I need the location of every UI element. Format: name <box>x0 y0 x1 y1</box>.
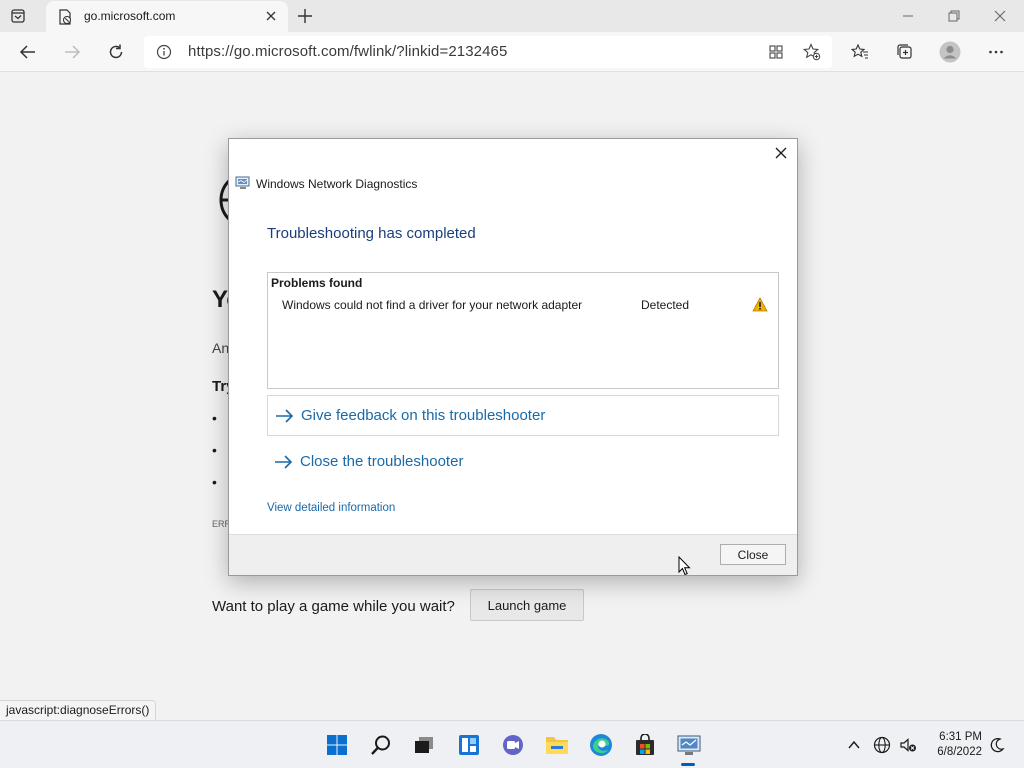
give-feedback-label[interactable]: Give feedback on this troubleshooter <box>301 407 545 424</box>
suggestion-bullet: • <box>212 474 217 490</box>
network-globe-icon[interactable] <box>873 736 891 754</box>
task-view-icon[interactable] <box>412 733 436 757</box>
tab-active[interactable]: go.microsoft.com <box>46 1 288 32</box>
refresh-icon[interactable] <box>104 40 128 64</box>
problems-header: Problems found <box>271 276 363 290</box>
close-troubleshooter-link[interactable]: Close the troubleshooter <box>267 441 779 482</box>
browser-toolbar: https://go.microsoft.com/fwlink/?linkid=… <box>0 32 1024 72</box>
widgets-icon[interactable] <box>457 733 481 757</box>
back-icon[interactable] <box>16 40 40 64</box>
view-detailed-information-link[interactable]: View detailed information <box>267 502 395 514</box>
warning-icon <box>752 297 768 312</box>
collections-icon[interactable] <box>893 40 917 64</box>
more-menu-icon[interactable] <box>984 40 1008 64</box>
url-text[interactable]: https://go.microsoft.com/fwlink/?linkid=… <box>188 43 507 60</box>
forward-icon[interactable] <box>60 40 84 64</box>
microsoft-store-icon[interactable] <box>633 733 657 757</box>
network-diagnostics-icon <box>235 176 251 190</box>
close-button[interactable]: Close <box>720 544 786 565</box>
clock[interactable]: 6:31 PM 6/8/2022 <box>926 730 982 760</box>
problems-list: Problems found Windows could not find a … <box>267 272 779 389</box>
arrow-right-icon <box>275 408 295 423</box>
close-troubleshooter-label[interactable]: Close the troubleshooter <box>300 453 463 470</box>
status-bar-link: javascript:diagnoseErrors() <box>0 700 157 720</box>
problem-status: Detected <box>641 298 690 312</box>
tab-close-icon[interactable] <box>264 9 278 23</box>
launch-game-button[interactable]: Launch game <box>470 589 584 621</box>
add-favorite-icon[interactable] <box>800 40 824 64</box>
suggestion-bullet: • <box>212 442 217 458</box>
tab-actions-icon[interactable] <box>8 6 28 26</box>
suggestion-bullet: • <box>212 410 217 426</box>
minimize-icon[interactable] <box>898 6 918 26</box>
search-icon[interactable] <box>369 733 393 757</box>
taskbar: 6:31 PM 6/8/2022 <box>0 720 1024 768</box>
dialog-footer: Close <box>229 534 797 575</box>
arrow-right-icon <box>274 454 294 469</box>
site-info-icon[interactable] <box>156 44 172 60</box>
active-app-indicator <box>681 763 695 766</box>
network-diagnostics-dialog: Windows Network Diagnostics Troubleshoot… <box>228 138 798 576</box>
window-close-icon[interactable] <box>990 6 1010 26</box>
restore-icon[interactable] <box>944 6 964 26</box>
favorites-icon[interactable] <box>848 40 872 64</box>
volume-muted-icon[interactable] <box>899 736 917 754</box>
network-diagnostics-taskbar-icon[interactable] <box>677 733 701 757</box>
page-description: An <box>212 340 230 356</box>
focus-assist-moon-icon[interactable] <box>988 736 1006 754</box>
tab-title: go.microsoft.com <box>84 9 176 23</box>
page-error-favicon-icon <box>57 9 73 25</box>
new-tab-icon[interactable] <box>296 7 314 25</box>
file-explorer-icon[interactable] <box>545 733 569 757</box>
dialog-close-icon[interactable] <box>771 143 791 163</box>
start-icon[interactable] <box>325 733 349 757</box>
address-bar[interactable]: https://go.microsoft.com/fwlink/?linkid=… <box>144 36 832 68</box>
game-prompt: Want to play a game while you wait? <box>212 598 455 615</box>
clock-date: 6/8/2022 <box>937 746 982 758</box>
chat-icon[interactable] <box>501 733 525 757</box>
dialog-title: Windows Network Diagnostics <box>256 177 418 191</box>
profile-avatar[interactable] <box>938 40 962 64</box>
give-feedback-link[interactable]: Give feedback on this troubleshooter <box>267 395 779 436</box>
problem-description: Windows could not find a driver for your… <box>282 298 583 312</box>
mouse-cursor-icon <box>678 555 692 576</box>
browser-tab-strip: go.microsoft.com <box>0 0 1024 32</box>
dialog-heading: Troubleshooting has completed <box>267 225 476 242</box>
edge-browser-icon[interactable] <box>589 733 613 757</box>
app-available-icon[interactable] <box>764 40 788 64</box>
clock-time: 6:31 PM <box>939 731 982 743</box>
show-hidden-icons-chevron-icon[interactable] <box>845 736 863 754</box>
